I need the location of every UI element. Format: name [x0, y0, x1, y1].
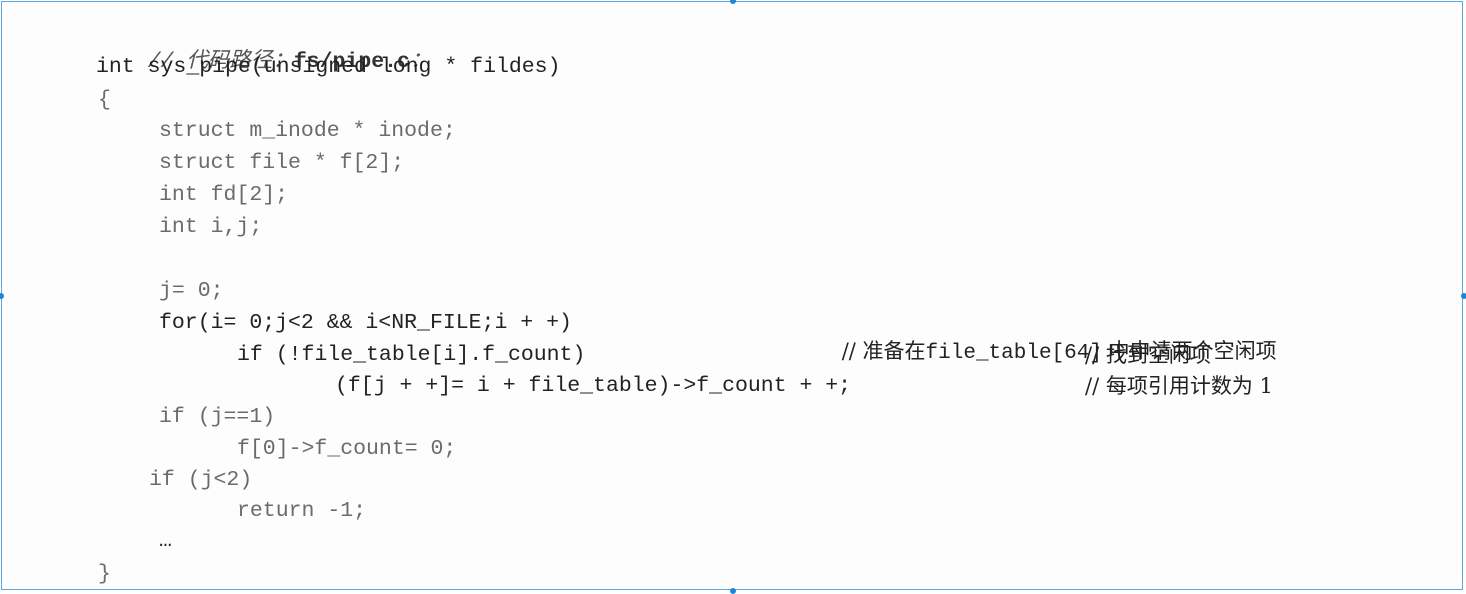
ellipsis: …	[159, 529, 172, 553]
close-brace: }	[98, 562, 111, 586]
decl-inode: struct m_inode * inode;	[159, 119, 456, 143]
assign-file: (f[j + +]= i + file_table)->f_count + +;	[335, 374, 852, 398]
assign-j: j= 0;	[159, 279, 224, 303]
if-free-comment: // 找到空闲项	[1085, 343, 1211, 367]
decl-file: struct file * f[2];	[159, 151, 405, 175]
decl-fd: int fd[2];	[159, 183, 289, 207]
open-brace: {	[98, 88, 111, 112]
assign-file-comment: // 每项引用计数为 1	[1085, 374, 1273, 398]
for-loop: for(i= 0;j<2 && i<NR_FILE;i + +)	[159, 311, 572, 335]
if-j-equals-one: if (j==1)	[159, 405, 276, 429]
function-signature: int sys_pipe(unsigned long * fildes)	[96, 55, 561, 79]
reset-count: f[0]->f_count= 0;	[237, 437, 457, 461]
if-free-entry: if (!file_table[i].f_count)	[237, 343, 586, 367]
code-listing: // 代码路径：fs/pipe.c： int sys_pipe(unsigned…	[0, 0, 1466, 593]
decl-ij: int i,j;	[159, 215, 263, 239]
return-statement: return -1;	[237, 499, 367, 523]
if-j-less-two: if (j<2)	[149, 468, 253, 492]
for-loop-comment-table: file_table[64]	[925, 342, 1102, 365]
for-loop-comment-prefix: // 准备在	[841, 339, 926, 363]
